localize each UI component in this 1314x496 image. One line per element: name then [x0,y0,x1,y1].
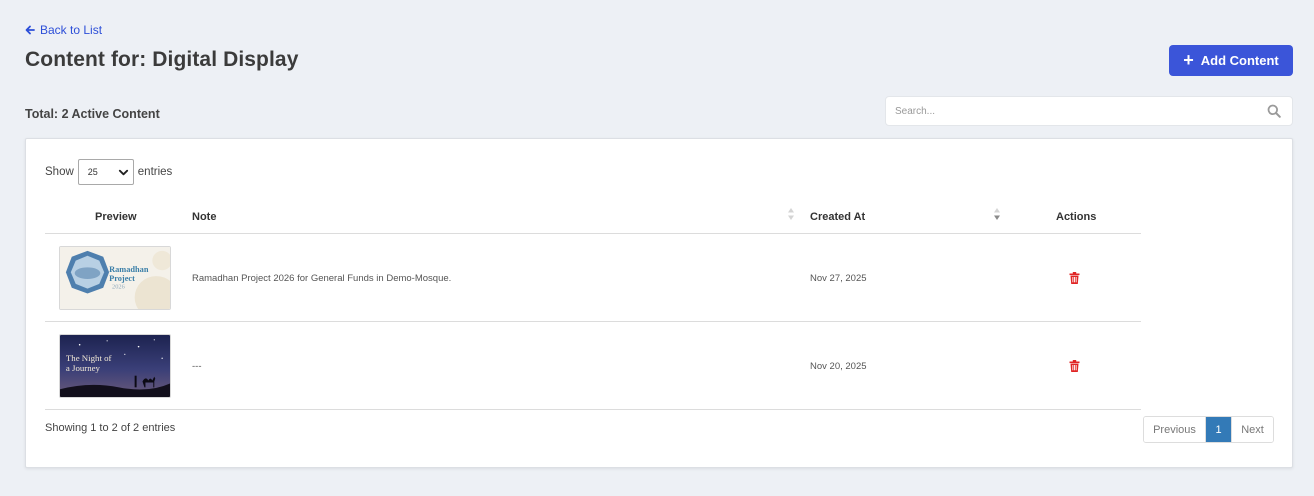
created-at-cell: Nov 20, 2025 [810,361,867,372]
page-size-select[interactable]: 25 [77,159,134,185]
content-table-card: Show 25 entries Preview Note Created At … [25,138,1293,468]
page-1-button[interactable]: 1 [1206,417,1231,442]
thumbnail-title-line1: The Night of [66,353,112,363]
thumbnail-title-line2: a Journey [66,363,101,373]
total-active-content: Total: 2 Active Content [25,107,160,121]
column-header-actions: Actions [1056,211,1097,223]
trash-icon[interactable] [1069,360,1080,372]
preview-thumbnail[interactable]: The Night of a Journey [59,334,171,398]
sort-desc-icon[interactable] [993,206,1001,222]
search-box [885,96,1293,126]
chevron-down-icon [118,169,128,175]
trash-icon[interactable] [1069,272,1080,284]
note-cell: Ramadhan Project 2026 for General Funds … [192,273,452,284]
table-row: The Night of a Journey --- Nov 20, 2025 [45,322,1141,410]
search-icon[interactable] [1267,104,1281,118]
arrow-left-icon [25,25,35,35]
back-to-list-link[interactable]: Back to List [25,23,102,37]
add-content-label: Add Content [1200,53,1279,68]
table-row: Ramadhan Project 2026 Ramadhan Project 2… [45,234,1141,322]
search-input[interactable] [886,97,1267,125]
show-entries-control: Show 25 entries [45,159,172,185]
next-page-button[interactable]: Next [1231,417,1273,442]
content-table: Preview Note Created At Actions Ramadhan… [45,201,1141,410]
thumbnail-title-line2: Project [109,274,135,283]
pagination: Previous 1 Next [1143,416,1274,443]
back-to-list-label: Back to List [40,23,103,37]
column-header-created-at[interactable]: Created At [810,211,865,223]
thumbnail-year: 2026 [112,284,125,291]
table-header: Preview Note Created At Actions [45,201,1141,234]
column-header-preview: Preview [95,211,137,223]
show-label: Show [45,166,74,178]
entries-label: entries [137,166,173,178]
add-content-button[interactable]: + Add Content [1169,45,1293,76]
preview-thumbnail[interactable]: Ramadhan Project 2026 [59,246,171,310]
previous-page-button[interactable]: Previous [1144,417,1206,442]
page-size-value: 25 [87,167,98,177]
page-title: Content for: Digital Display [25,48,299,71]
showing-entries-info: Showing 1 to 2 of 2 entries [45,422,176,434]
column-header-note[interactable]: Note [192,211,216,223]
note-cell: --- [192,361,202,372]
sort-both-icon[interactable] [787,206,795,222]
created-at-cell: Nov 27, 2025 [810,273,867,284]
thumbnail-title-line1: Ramadhan [109,265,149,274]
plus-icon: + [1183,49,1194,70]
